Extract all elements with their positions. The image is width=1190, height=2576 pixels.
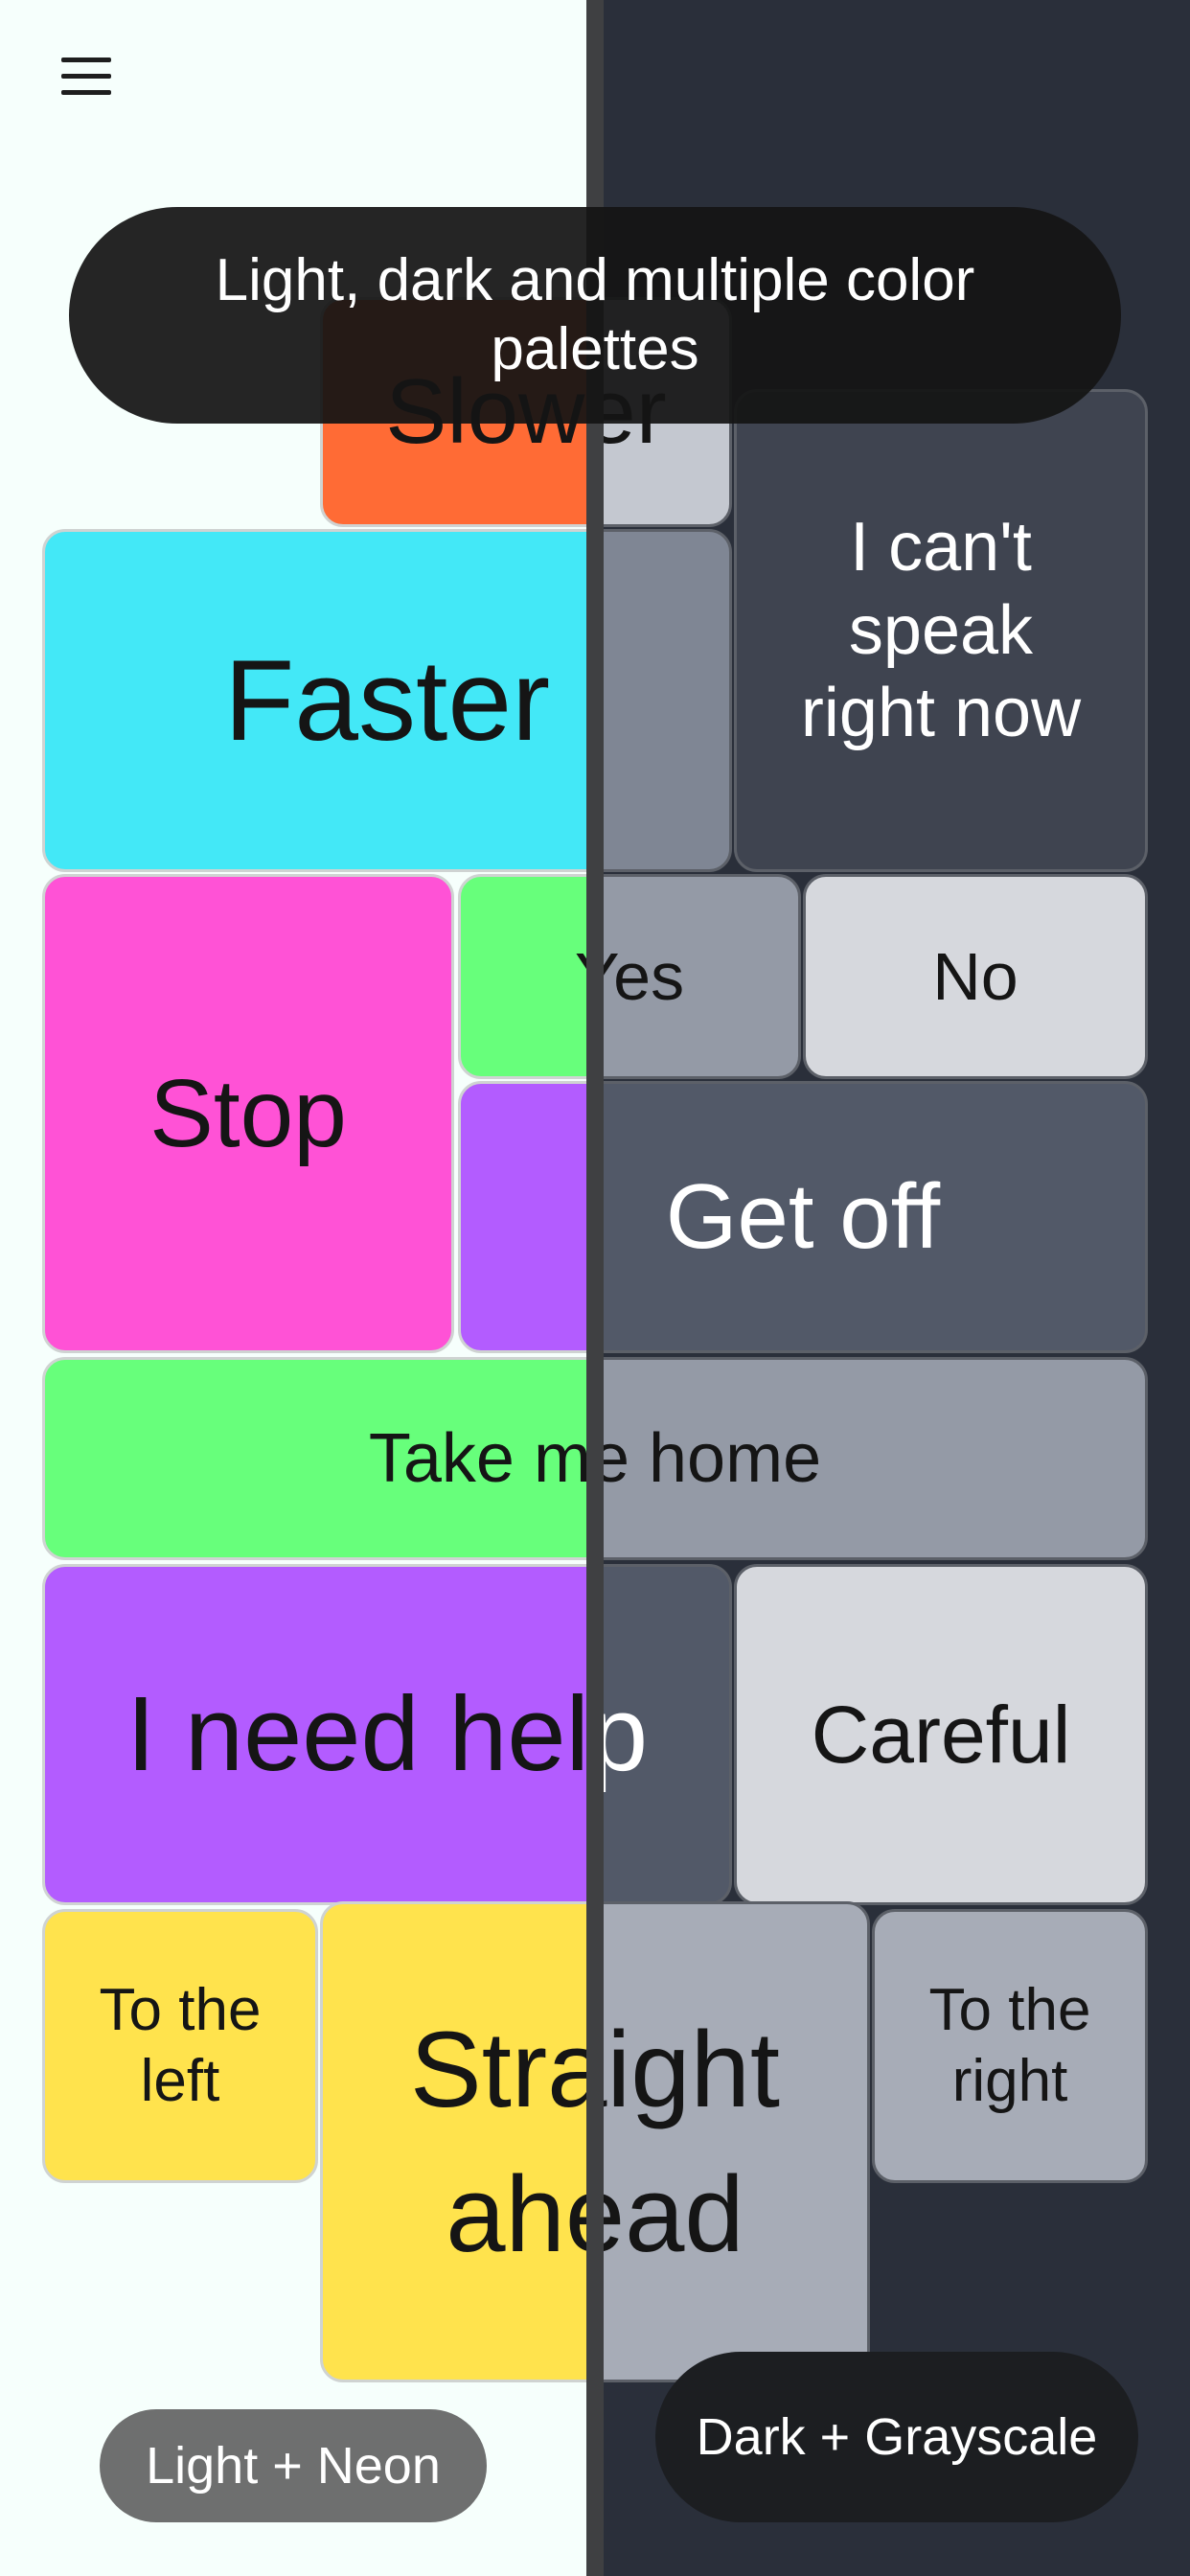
tile-straight-ahead[interactable]: Straight ahead: [320, 1901, 586, 2382]
tile-label: Faster: [223, 636, 551, 765]
tile-label: No: [932, 939, 1018, 1014]
tile-careful[interactable]: Careful: [734, 1564, 1148, 1905]
tile-label: Take me home: [604, 1419, 822, 1497]
hamburger-menu-icon[interactable]: [61, 58, 111, 96]
tile-i-need-help[interactable]: I need help: [42, 1564, 586, 1905]
tile-yes[interactable]: Yes: [604, 874, 801, 1079]
tile-stop[interactable]: Stop: [42, 874, 454, 1353]
tile-i-cant-speak-right-now[interactable]: I can't speak right now: [734, 389, 1148, 872]
tile-label: Get off: [665, 1165, 941, 1269]
tile-label: Straight ahead: [410, 2009, 586, 2274]
tile-label: I need help: [604, 1675, 649, 1793]
tile-no[interactable]: No: [803, 874, 1148, 1079]
tile-get-off[interactable]: Get off: [458, 1081, 586, 1353]
tile-label: To the right: [928, 1976, 1091, 2114]
feature-banner: Light, dark and multiple color palettes: [69, 207, 1121, 424]
tile-faster[interactable]: Faster: [42, 529, 586, 872]
tile-faster[interactable]: Faster: [604, 529, 732, 872]
light-neon-palette-button[interactable]: Light + Neon: [100, 2409, 487, 2522]
tile-get-off[interactable]: Get off: [604, 1081, 1148, 1353]
tile-label: I need help: [126, 1675, 586, 1793]
tile-i-need-help[interactable]: I need help: [604, 1564, 732, 1905]
tile-label: Straight ahead: [604, 2009, 780, 2274]
tile-label: Yes: [604, 939, 685, 1014]
tile-take-me-home[interactable]: Take me home: [42, 1357, 586, 1560]
tile-label: I can't speak right now: [800, 509, 1082, 752]
tile-label: Careful: [811, 1689, 1071, 1780]
tile-to-the-left[interactable]: To the left: [42, 1909, 318, 2183]
tile-straight-ahead[interactable]: Straight ahead: [604, 1901, 870, 2382]
tile-label: To the left: [99, 1976, 262, 2114]
tile-yes[interactable]: Yes: [458, 874, 586, 1079]
dark-grayscale-palette-button[interactable]: Dark + Grayscale: [655, 2352, 1138, 2522]
tile-label: Yes: [575, 936, 586, 1017]
tile-label: Take me home: [368, 1419, 586, 1497]
tile-label: Stop: [149, 1060, 347, 1167]
tile-take-me-home[interactable]: Take me home: [604, 1357, 1148, 1560]
tile-to-the-right[interactable]: To the right: [872, 1909, 1148, 2183]
